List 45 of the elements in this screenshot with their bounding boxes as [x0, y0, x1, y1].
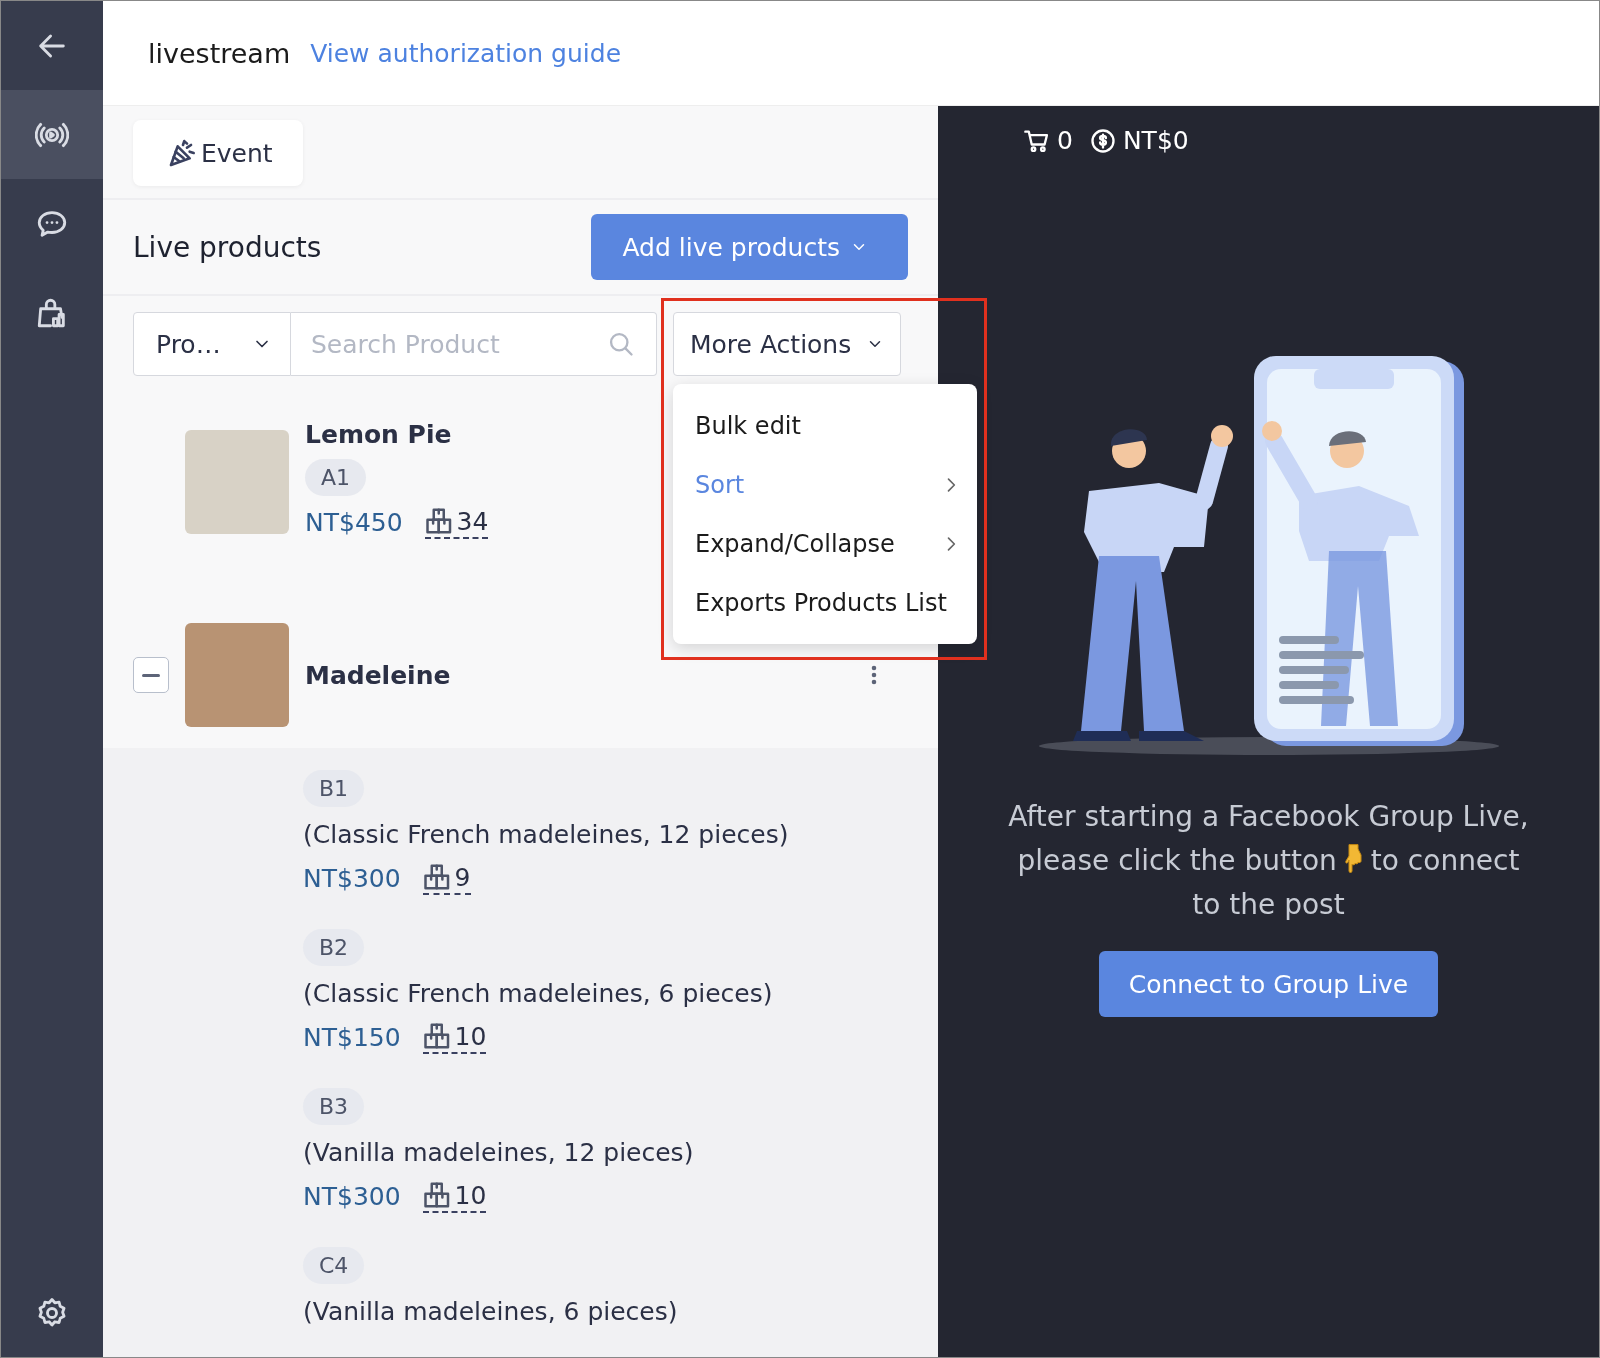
more-actions-button[interactable]: More Actions — [673, 312, 901, 376]
instruction-text: to connect — [1370, 844, 1520, 877]
dollar-coin-icon — [1088, 126, 1117, 155]
variant-code-tag: B2 — [303, 929, 365, 966]
stock-count: 10 — [454, 1021, 487, 1051]
variant-code-tag: B3 — [303, 1088, 365, 1125]
search-field[interactable]: Search Product — [291, 312, 657, 376]
add-live-products-button[interactable]: Add live products — [591, 214, 908, 280]
product-price: NT$450 — [305, 508, 403, 537]
more-options-button[interactable] — [870, 664, 878, 686]
variant-description: (Vanilla madeleines, 6 pieces) — [303, 1297, 678, 1326]
stock-count: 9 — [454, 862, 471, 892]
menu-item[interactable]: Sort — [673, 455, 977, 514]
cart-count: 0 — [1057, 126, 1073, 155]
authorization-guide-link[interactable]: View authorization guide — [310, 38, 621, 68]
stock-count: 34 — [456, 506, 489, 536]
minus-icon — [142, 673, 160, 677]
more-options-icon — [870, 664, 878, 686]
variant-code-tag: A1 — [305, 459, 367, 496]
order-total: NT$0 — [1122, 126, 1189, 155]
variant-description: (Vanilla madeleines, 12 pieces) — [303, 1138, 694, 1167]
menu-item[interactable]: Exports Products List — [673, 573, 977, 632]
product-price: NT$300 — [303, 1182, 401, 1211]
variant-code-tag: B1 — [303, 770, 365, 807]
variant-description: (Classic French madeleines, 6 pieces) — [303, 979, 773, 1008]
search-icon — [607, 330, 635, 358]
menu-item[interactable]: Expand/Collapse — [673, 514, 977, 573]
stock-count: 10 — [454, 1180, 487, 1210]
event-button[interactable]: Event — [133, 120, 303, 186]
panel-title: Live products — [133, 230, 322, 264]
connect-to-group-live-button[interactable]: Connect to Group Live — [1098, 951, 1439, 1017]
collapse-toggle[interactable] — [133, 657, 169, 693]
variant-code-tag: C4 — [303, 1247, 365, 1284]
product-price: NT$300 — [303, 864, 401, 893]
instruction-text: After starting a Facebook Group Live, — [1008, 800, 1529, 833]
instruction-text: to the post — [1192, 888, 1345, 921]
product-price: NT$150 — [303, 1023, 401, 1052]
sidebar-item[interactable] — [1, 90, 103, 179]
page-title: livestream — [148, 37, 291, 69]
product-name: Lemon Pie — [305, 420, 452, 449]
category-select[interactable]: Pro… — [133, 312, 291, 376]
instruction-text: please click the button — [1017, 844, 1337, 877]
menu-item[interactable]: Bulk edit — [673, 396, 977, 455]
variant-description: (Classic French madeleines, 12 pieces) — [303, 820, 789, 849]
product-name: Madeleine — [305, 660, 452, 690]
